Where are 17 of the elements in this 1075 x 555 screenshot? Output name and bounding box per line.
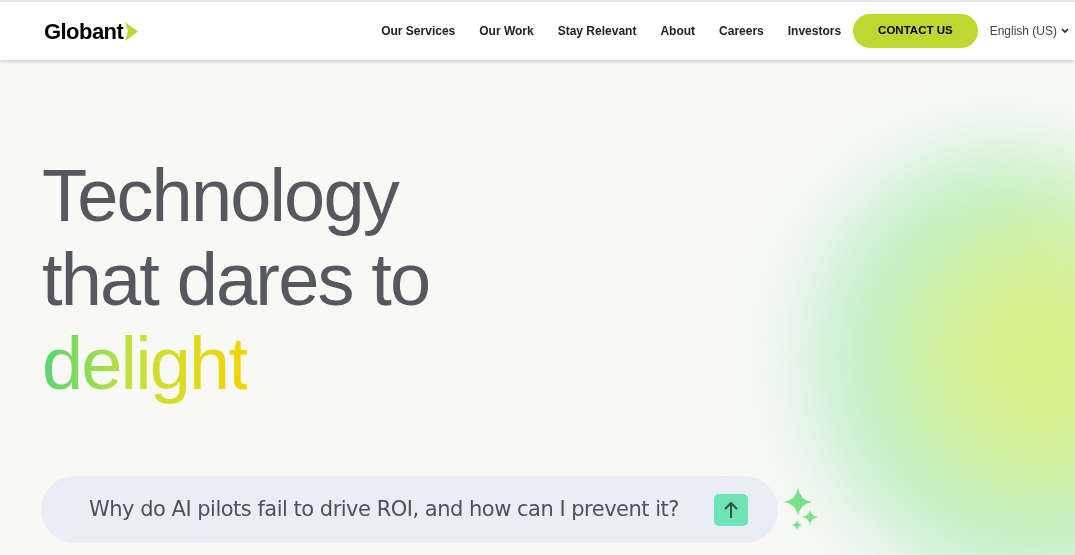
- prompt-input[interactable]: Why do AI pilots fail to drive ROI, and how can I prevent it?: [89, 493, 714, 526]
- headline-line: that dares to: [42, 238, 430, 322]
- send-button[interactable]: [714, 493, 748, 526]
- contact-button[interactable]: CONTACT US: [853, 14, 978, 48]
- logo-text[interactable]: Globant: [44, 14, 124, 48]
- prompt-field[interactable]: Why do AI pilots fail to drive ROI, and how can I prevent it?: [41, 476, 778, 543]
- arrow-up-icon: [724, 500, 738, 519]
- nav-link[interactable]: Our Services: [381, 22, 456, 40]
- nav-link[interactable]: Careers: [719, 22, 764, 40]
- nav-link[interactable]: About: [660, 22, 696, 40]
- chevron-down-icon: [1061, 28, 1069, 34]
- language-selector[interactable]: English (US): [989, 22, 1069, 40]
- chevron-logo-icon: [125, 21, 139, 41]
- nav-link[interactable]: Investors: [787, 22, 842, 40]
- nav-link[interactable]: Our Work: [479, 22, 534, 40]
- nav-link[interactable]: Stay Relevant: [557, 22, 637, 40]
- headline-line: Technology: [42, 154, 398, 238]
